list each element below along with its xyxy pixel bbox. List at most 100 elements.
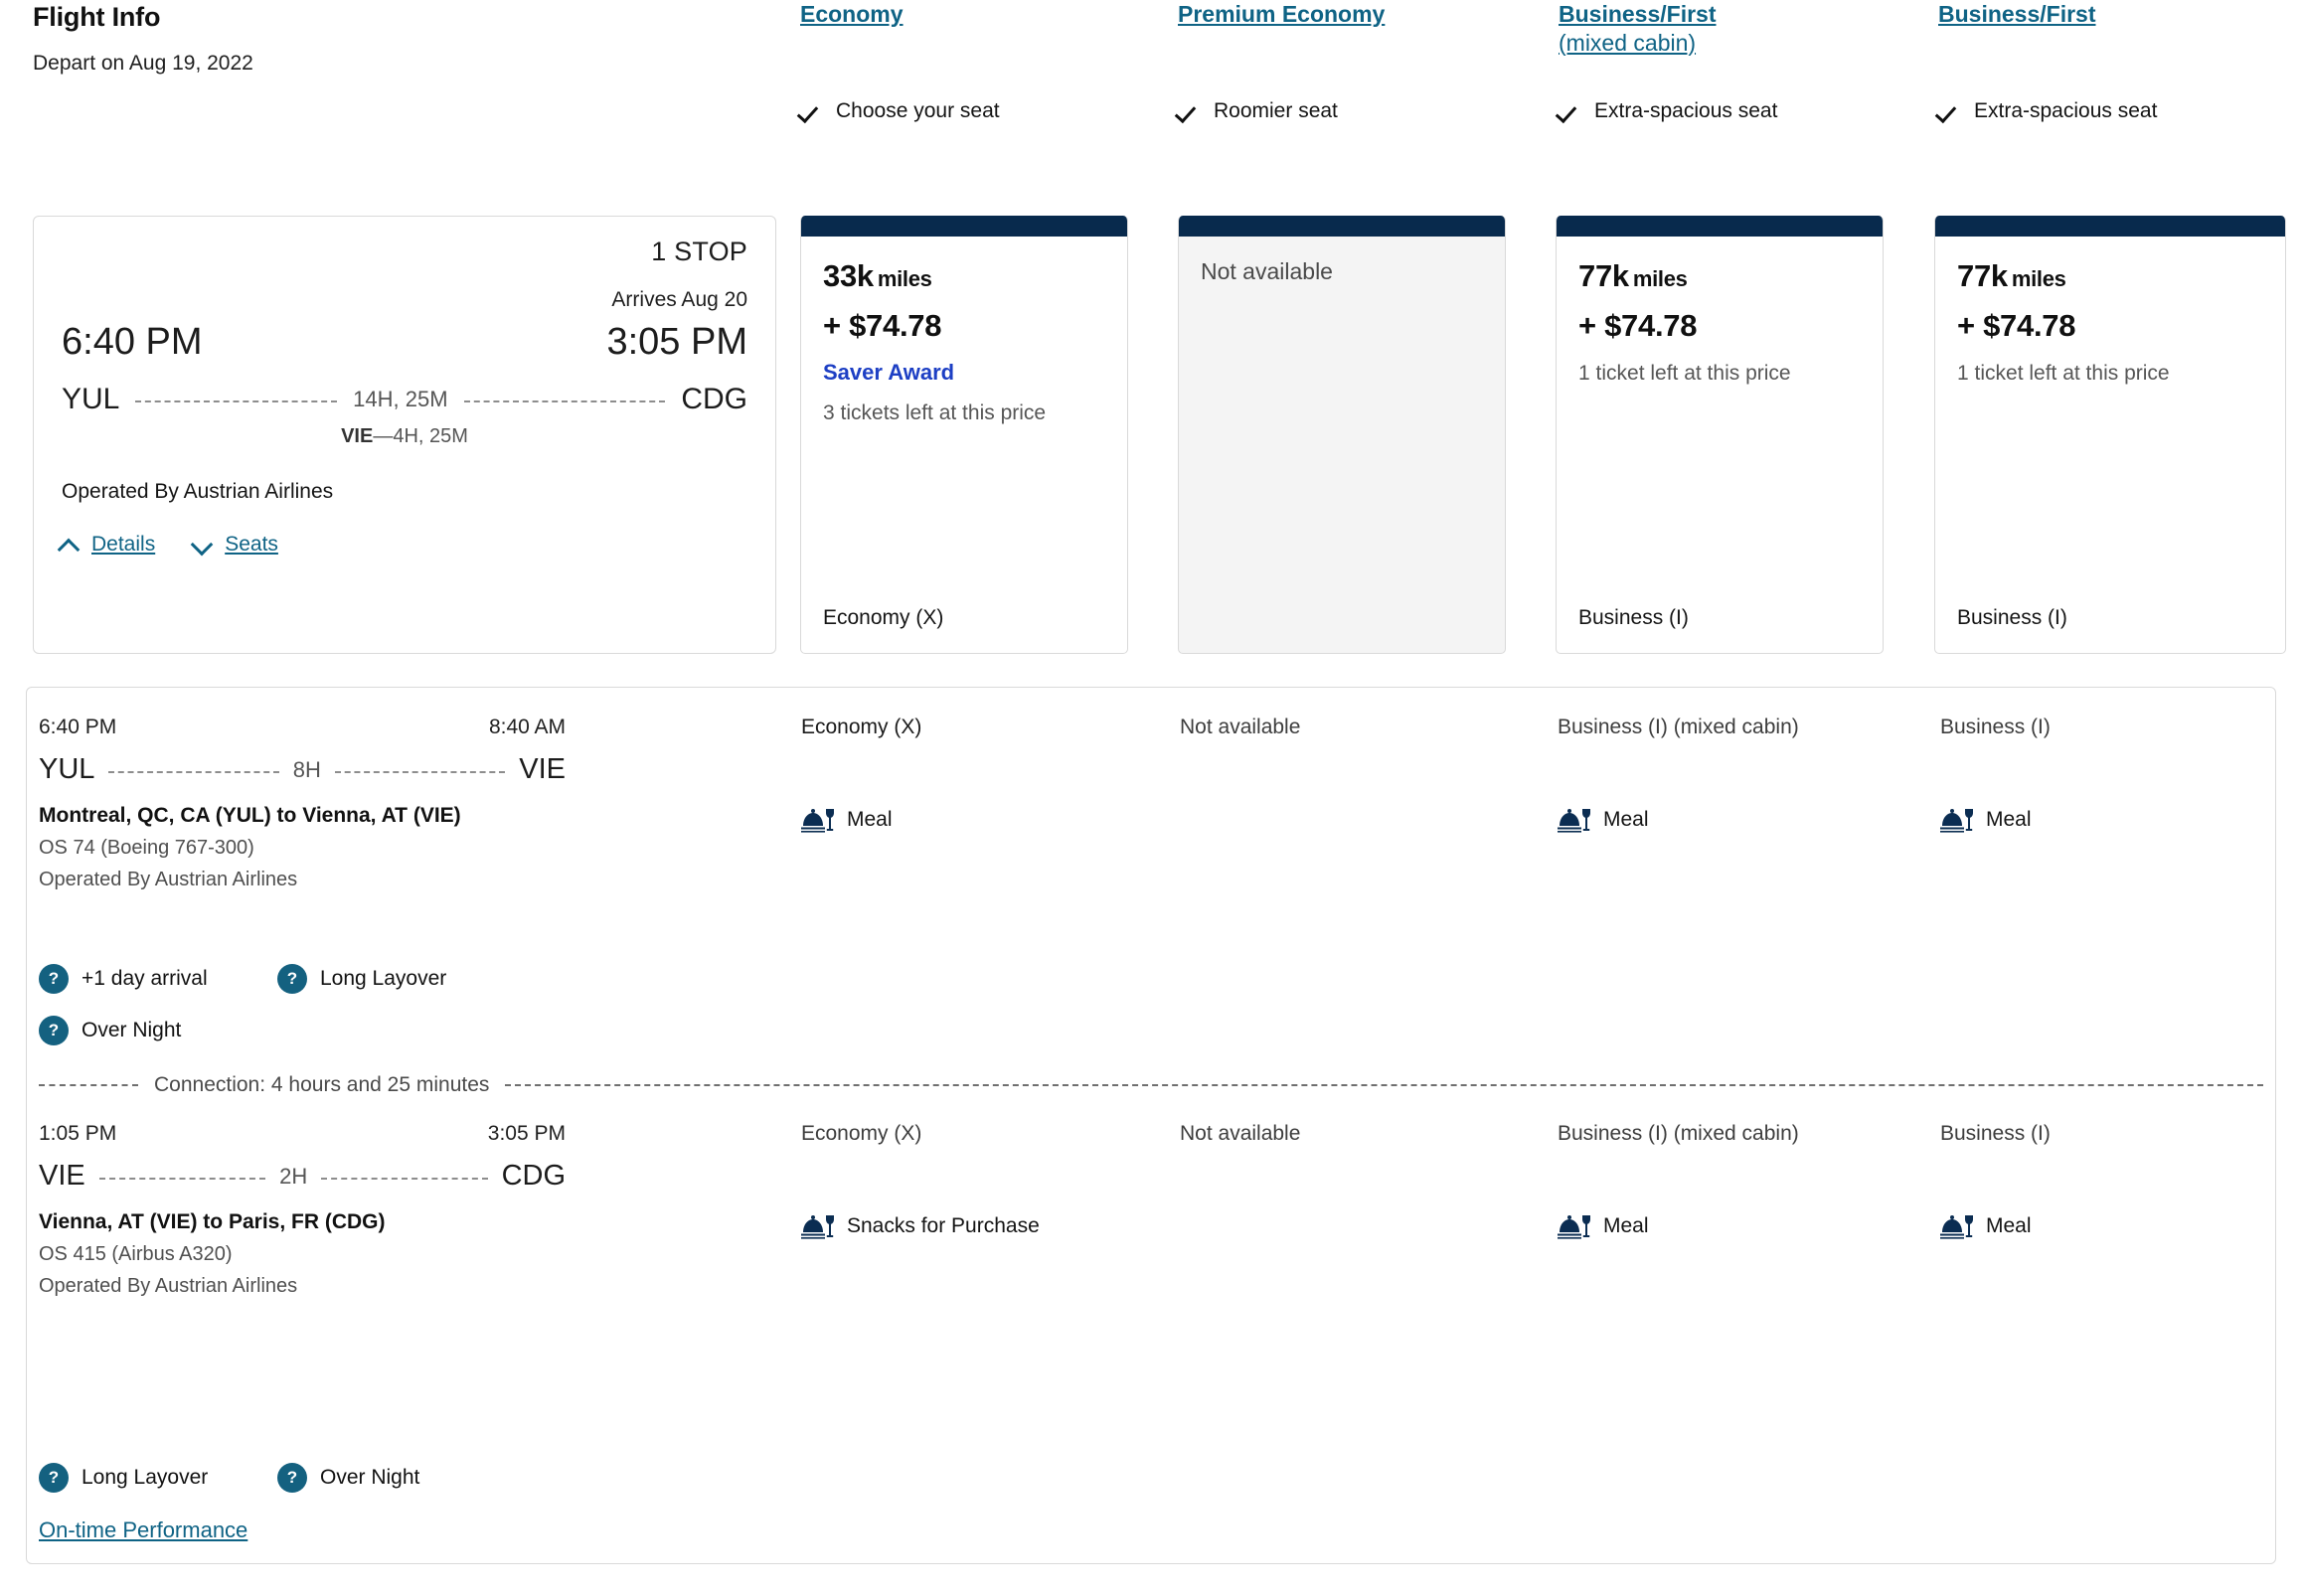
fare-card-business-first[interactable]: 77k miles + $74.78 1 ticket left at this … — [1934, 216, 2286, 654]
fare-class-3: Business (I) — [1957, 606, 2067, 629]
segment-1-cabin-premium-economy: Not available — [1180, 716, 1508, 739]
fare-card-body: 33k miles + $74.78 Saver Award 3 tickets … — [801, 237, 1127, 653]
fare-miles-value-3: 77k — [1957, 258, 2008, 293]
route-line: YUL 14H, 25M CDG — [62, 383, 747, 416]
segment-2-cabin-label-3: Business (I) — [1940, 1122, 2051, 1145]
badge-long-layover: ? Long Layover — [277, 964, 446, 994]
segment-2-route: VIE 2H CDG — [39, 1160, 566, 1193]
fare-cards-band: 1 STOP Arrives Aug 20 6:40 PM 3:05 PM YU… — [0, 195, 2302, 664]
question-mark-icon[interactable]: ? — [39, 1463, 69, 1493]
cabin-feature-label-2: Extra-spacious seat — [1594, 99, 1778, 122]
fare-card-topbar — [1179, 216, 1505, 237]
segment-2-destination: CDG — [501, 1160, 567, 1192]
segment-2-cabin-label-2: Business (I) (mixed cabin) — [1558, 1122, 1799, 1145]
fare-card-business-first-mixed[interactable]: 77k miles + $74.78 1 ticket left at this … — [1556, 216, 1884, 654]
card-actions: Details Seats — [58, 533, 278, 557]
segment-1-meal-2: Meal — [1558, 807, 1886, 833]
badge-over-night: ? Over Night — [277, 1463, 419, 1493]
fare-miles-3: 77k miles — [1957, 258, 2263, 294]
segment-1-duration: 8H — [292, 756, 321, 782]
badge-label: +1 day arrival — [82, 967, 208, 990]
cabin-feature-label-3: Extra-spacious seat — [1974, 99, 2158, 122]
cabin-header-link-0[interactable]: Economy — [800, 0, 904, 29]
connection-label: Connection: 4 hours and 25 minutes — [154, 1073, 490, 1096]
check-icon — [800, 100, 823, 123]
operated-by-label: Operated By Austrian Airlines — [62, 480, 334, 503]
fare-card-topbar — [1557, 216, 1883, 237]
check-icon — [1559, 100, 1581, 123]
segment-2-cabin-label-1: Not available — [1180, 1122, 1301, 1145]
cabin-header-link-3[interactable]: Business/First — [1938, 0, 2096, 29]
badge-long-layover: ? Long Layover — [39, 1463, 277, 1493]
cabin-feature-3: Extra-spacious seat — [1938, 99, 2157, 123]
meal-service-icon — [1940, 809, 1973, 833]
segment-2-cabin-premium-economy: Not available — [1180, 1122, 1508, 1146]
segment-2-duration: 2H — [279, 1163, 308, 1189]
segment-2-badges: ? Long Layover ? Over Night — [39, 1463, 754, 1515]
segment-2-dash-right — [321, 1177, 488, 1180]
meal-service-icon — [801, 809, 834, 833]
meal-service-icon — [801, 1215, 834, 1239]
cabin-header-link-1[interactable]: Premium Economy — [1178, 0, 1385, 29]
cabin-feature-2: Extra-spacious seat — [1559, 99, 1777, 123]
segment-1-badge-row-2: ? Over Night — [39, 1016, 754, 1045]
page-title: Flight Info — [33, 2, 161, 32]
cabin-header-business-first-mixed: Business/First (mixed cabin) Extra-spaci… — [1559, 0, 1887, 122]
seats-label[interactable]: Seats — [225, 533, 278, 557]
badge-label: Over Night — [320, 1466, 420, 1489]
cabin-header-economy: Economy Choose your seat — [800, 0, 1128, 122]
fare-card-body: 77k miles + $74.78 1 ticket left at this … — [1935, 237, 2285, 653]
question-mark-icon[interactable]: ? — [277, 1463, 307, 1493]
cabin-feature-label-1: Roomier seat — [1214, 99, 1338, 122]
cabin-feature-0: Choose your seat — [800, 99, 1000, 123]
flight-summary-card: 1 STOP Arrives Aug 20 6:40 PM 3:05 PM YU… — [33, 216, 776, 654]
details-label[interactable]: Details — [91, 533, 155, 557]
segment-1-route: YUL 8H VIE — [39, 753, 566, 786]
question-mark-icon[interactable]: ? — [39, 964, 69, 994]
cabin-header-sublink-2[interactable]: (mixed cabin) — [1559, 29, 1887, 58]
cabin-header-premium-economy: Premium Economy Roomier seat — [1178, 0, 1506, 122]
chevron-up-icon — [58, 537, 82, 553]
question-mark-icon[interactable]: ? — [277, 964, 307, 994]
details-toggle[interactable]: Details — [58, 533, 155, 557]
segment-1-meal-label-2: Meal — [1603, 808, 1649, 831]
saver-award-badge: Saver Award — [823, 360, 955, 385]
route-dash-left — [135, 400, 338, 402]
stopover-line: VIE—4H, 25M — [34, 425, 775, 448]
fare-card-body: 77k miles + $74.78 1 ticket left at this … — [1557, 237, 1883, 653]
segment-1-cabin-economy: Economy (X) Meal — [801, 716, 1129, 833]
fare-class-2: Business (I) — [1578, 606, 1689, 629]
question-mark-icon[interactable]: ? — [39, 1016, 69, 1045]
fare-miles-value-2: 77k — [1578, 258, 1629, 293]
segment-2-meal-label-2: Meal — [1603, 1214, 1649, 1237]
segment-2-dash-left — [98, 1177, 266, 1180]
stopover-code: VIE — [341, 425, 374, 447]
segment-2-meal-label-0: Snacks for Purchase — [847, 1214, 1040, 1237]
segment-1-cabin-label-1: Not available — [1180, 716, 1301, 738]
departure-time: 6:40 PM — [62, 321, 203, 363]
segment-2-city-pair: Vienna, AT (VIE) to Paris, FR (CDG) — [39, 1210, 386, 1233]
destination-code: CDG — [681, 383, 748, 415]
segment-1-city-pair: Montreal, QC, CA (YUL) to Vienna, AT (VI… — [39, 804, 461, 827]
not-available-label-1: Not available — [1201, 258, 1333, 284]
arrival-time: 3:05 PM — [606, 321, 747, 363]
segment-1-origin: YUL — [39, 753, 95, 785]
fare-miles-2: 77k miles — [1578, 258, 1861, 294]
on-time-performance-link[interactable]: On-time Performance — [39, 1517, 247, 1542]
fare-card-body: Not available — [1179, 237, 1505, 653]
stopover-duration: 4H, 25M — [393, 425, 468, 447]
fare-card-economy[interactable]: 33k miles + $74.78 Saver Award 3 tickets … — [800, 216, 1128, 654]
cabin-header-link-2[interactable]: Business/First — [1559, 0, 1717, 29]
segment-2-meal-label-3: Meal — [1986, 1214, 2032, 1237]
check-icon — [1178, 100, 1201, 123]
fare-miles-0: 33k miles — [823, 258, 1105, 294]
total-duration: 14H, 25M — [353, 387, 448, 411]
tickets-left-2: 1 ticket left at this price — [1578, 362, 1791, 385]
seats-toggle[interactable]: Seats — [191, 533, 278, 557]
segment-1-badge-row-1: ? +1 day arrival ? Long Layover — [39, 964, 754, 994]
segment-2-times: 1:05 PM 3:05 PM — [39, 1122, 566, 1152]
segment-1-cabin-business-mixed: Business (I) (mixed cabin) Meal — [1558, 716, 1886, 833]
badge-label: Over Night — [82, 1019, 182, 1041]
segment-1-arrive-time: 8:40 AM — [488, 716, 566, 738]
segment-1-meal-0: Meal — [801, 807, 1129, 833]
